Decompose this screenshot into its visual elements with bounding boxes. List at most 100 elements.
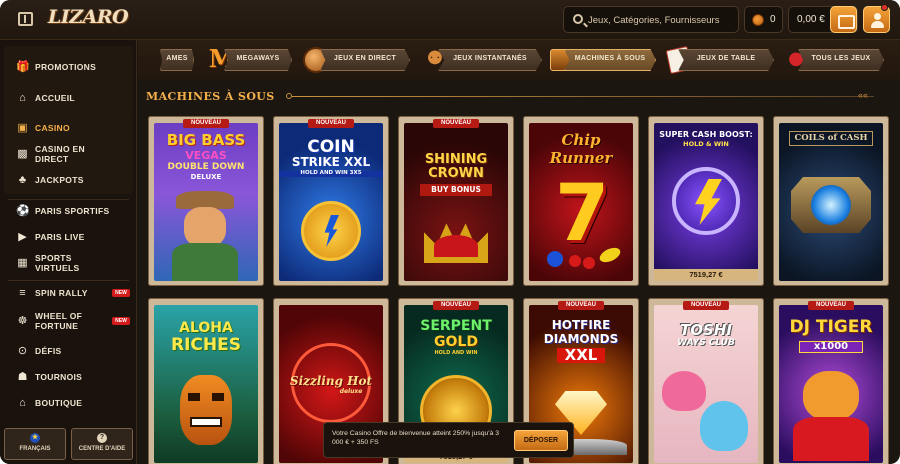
- game-card-shining-crown[interactable]: NOUVEAU SHINING CROWN BUY BONUS: [398, 116, 514, 286]
- coins-counter[interactable]: 0: [744, 6, 783, 33]
- game-card-chip-runner[interactable]: Chip Runner 7: [523, 116, 639, 286]
- toast-message: Votre Casino Offre de bienvenue atteint …: [332, 430, 500, 446]
- new-tag: NOUVEAU: [683, 301, 729, 310]
- tab-label: TOUS LES JEUX: [811, 55, 871, 62]
- shop-icon: ⌂: [19, 397, 26, 409]
- game-title: CROWN: [428, 166, 484, 181]
- play-icon: ▶: [18, 231, 27, 243]
- virtual-sports-icon: ▦: [17, 257, 28, 269]
- game-card-dj-tiger[interactable]: NOUVEAU DJ TIGER x1000: [773, 298, 889, 464]
- game-title: STRIKE XXL: [291, 155, 371, 169]
- game-art: Chip Runner 7: [529, 123, 633, 281]
- search-box[interactable]: [563, 6, 739, 33]
- tab-label: MEGAWAYS: [236, 55, 280, 62]
- sidebar-item-boutique[interactable]: ⌂ BOUTIQUE: [4, 390, 133, 416]
- pink-octopus-icon: [662, 371, 706, 411]
- new-tag: NOUVEAU: [183, 119, 229, 128]
- new-badge: NEW: [112, 317, 130, 325]
- game-title: SERPENT: [420, 318, 492, 334]
- game-title: DIAMONDS: [543, 332, 619, 346]
- deposit-button[interactable]: DÉPOSER: [514, 430, 568, 451]
- new-tag: NOUVEAU: [308, 119, 354, 128]
- medal-icon: ⊙: [17, 345, 28, 357]
- sidebar-item-label: CASINO EN DIRECT: [35, 144, 85, 164]
- game-art: TOSHI WAYS CLUB: [654, 305, 758, 463]
- game-card-coils-of-cash[interactable]: COILS of CASH: [773, 116, 889, 286]
- plum-icon: [547, 251, 563, 267]
- seven-icon: 7: [555, 169, 610, 259]
- sidebar-item-sports-virtuels[interactable]: ▦ SPORTS VIRTUELS: [4, 250, 133, 276]
- help-center-button[interactable]: ? CENTRE D'AIDE: [71, 428, 133, 460]
- game-card-toshi-ways-club[interactable]: NOUVEAU TOSHI WAYS CLUB: [648, 298, 764, 464]
- tab-tous-les-jeux[interactable]: TOUS LES JEUX: [798, 49, 884, 71]
- help-icon: ?: [97, 433, 107, 443]
- game-subtitle: DELUXE: [190, 173, 222, 181]
- sidebar-item-casino-en-direct[interactable]: ▩ CASINO EN DIRECT: [4, 141, 133, 167]
- character-body-icon: [172, 243, 238, 281]
- casino-icon: ▣: [17, 122, 28, 134]
- sidebar-item-label: BOUTIQUE: [35, 398, 83, 408]
- clover-icon: ♣: [18, 174, 27, 186]
- tab-label: JEUX INSTANTANÉS: [453, 55, 527, 62]
- sidebar-item-promotions[interactable]: 🎁 PROMOTIONS: [4, 54, 133, 80]
- wallet-icon[interactable]: [830, 6, 857, 33]
- language-button[interactable]: ★ FRANÇAIS: [4, 428, 66, 460]
- game-title: DJ TIGER: [789, 317, 873, 337]
- search-icon: [573, 14, 583, 24]
- jackpot-amount: 7519,27 €: [654, 269, 758, 281]
- new-badge: NEW: [112, 289, 130, 297]
- game-subtitle: BUY BONUS: [420, 184, 492, 196]
- game-title: COILS of CASH: [789, 131, 873, 146]
- game-title: COIN: [307, 137, 355, 157]
- coin-icon: [752, 14, 764, 26]
- sidebar-item-label: JACKPOTS: [35, 175, 84, 185]
- sidebar-item-defis[interactable]: ⊙ DÉFIS: [4, 338, 133, 364]
- search-input[interactable]: [588, 11, 733, 29]
- sidebar-item-jackpots[interactable]: ♣ JACKPOTS: [4, 167, 133, 193]
- game-card-coin-strike-xxl[interactable]: NOUVEAU COIN STRIKE XXL HOLD AND WIN 3X5: [273, 116, 389, 286]
- game-card-big-bass-vegas[interactable]: NOUVEAU BIG BASS VEGAS DOUBLE DOWN DELUX…: [148, 116, 264, 286]
- game-subtitle: DOUBLE DOWN: [167, 162, 245, 172]
- character-face-icon: [184, 207, 226, 247]
- title-divider: [292, 96, 874, 97]
- sidebar-item-casino[interactable]: ▣ CASINO: [4, 115, 133, 141]
- home-icon: ⌂: [19, 92, 26, 104]
- game-art: DJ TIGER x1000: [779, 305, 883, 463]
- sidebar-group-extras: ≡ SPIN RALLY NEW ☸ WHEEL OF FORTUNE NEW …: [4, 280, 133, 409]
- logo[interactable]: LIZARO: [44, 6, 132, 34]
- sidebar-item-paris-sportifs[interactable]: ⚽ PARIS SPORTIFS: [4, 198, 133, 224]
- game-art: COIN STRIKE XXL HOLD AND WIN 3X5: [279, 123, 383, 281]
- tab-games[interactable]: AMES: [160, 49, 194, 71]
- game-title: BIG BASS: [166, 131, 246, 149]
- tiki-eye-icon: [188, 393, 200, 401]
- new-tag: NOUVEAU: [808, 301, 854, 310]
- tab-jeux-en-direct[interactable]: JEUX EN DIRECT: [320, 49, 410, 71]
- tiki-mask-icon: [180, 375, 232, 445]
- tab-machines-a-sous[interactable]: MACHINES À SOUS: [564, 49, 656, 71]
- game-subtitle: WAYS CLUB: [677, 338, 735, 348]
- sidebar-toggle-icon[interactable]: [18, 12, 33, 26]
- sidebar-item-paris-live[interactable]: ▶ PARIS LIVE: [4, 224, 133, 250]
- sidebar-item-accueil[interactable]: ⌂ ACCUEIL: [4, 85, 133, 111]
- game-title: Chip: [561, 131, 601, 149]
- wheel-icon: ☸: [17, 315, 28, 327]
- category-strip: AMES M MEGAWAYS JEUX EN DIRECT ⚉ JEUX IN…: [138, 40, 900, 80]
- sidebar-item-spin-rally[interactable]: ≡ SPIN RALLY NEW: [4, 280, 133, 306]
- tab-megaways[interactable]: MEGAWAYS: [224, 49, 292, 71]
- game-title: TOSHI: [680, 321, 732, 339]
- sidebar-item-tournois[interactable]: ☗ TOURNOIS: [4, 364, 133, 390]
- game-subtitle: HOLD AND WIN 3X5: [279, 170, 383, 177]
- sidebar-item-wheel-of-fortune[interactable]: ☸ WHEEL OF FORTUNE NEW: [4, 306, 133, 336]
- tab-jeux-instantanes[interactable]: JEUX INSTANTANÉS: [438, 49, 542, 71]
- scroll-arrows-icon[interactable]: ««: [858, 90, 868, 100]
- notification-dot: [881, 4, 888, 11]
- sidebar-item-label: TOURNOIS: [35, 372, 83, 382]
- game-card-aloha-riches[interactable]: ALOHA RICHES: [148, 298, 264, 464]
- soccer-ball-icon: ⚽: [16, 205, 30, 217]
- game-art: BIG BASS VEGAS DOUBLE DOWN DELUXE: [154, 123, 258, 281]
- game-card-super-cash-boost[interactable]: SUPER CASH BOOST: HOLD & WIN 7519,27 €: [648, 116, 764, 286]
- new-tag: NOUVEAU: [558, 301, 604, 310]
- tab-jeux-de-table[interactable]: JEUX DE TABLE: [678, 49, 774, 71]
- new-tag: NOUVEAU: [433, 119, 479, 128]
- help-label: CENTRE D'AIDE: [78, 446, 126, 452]
